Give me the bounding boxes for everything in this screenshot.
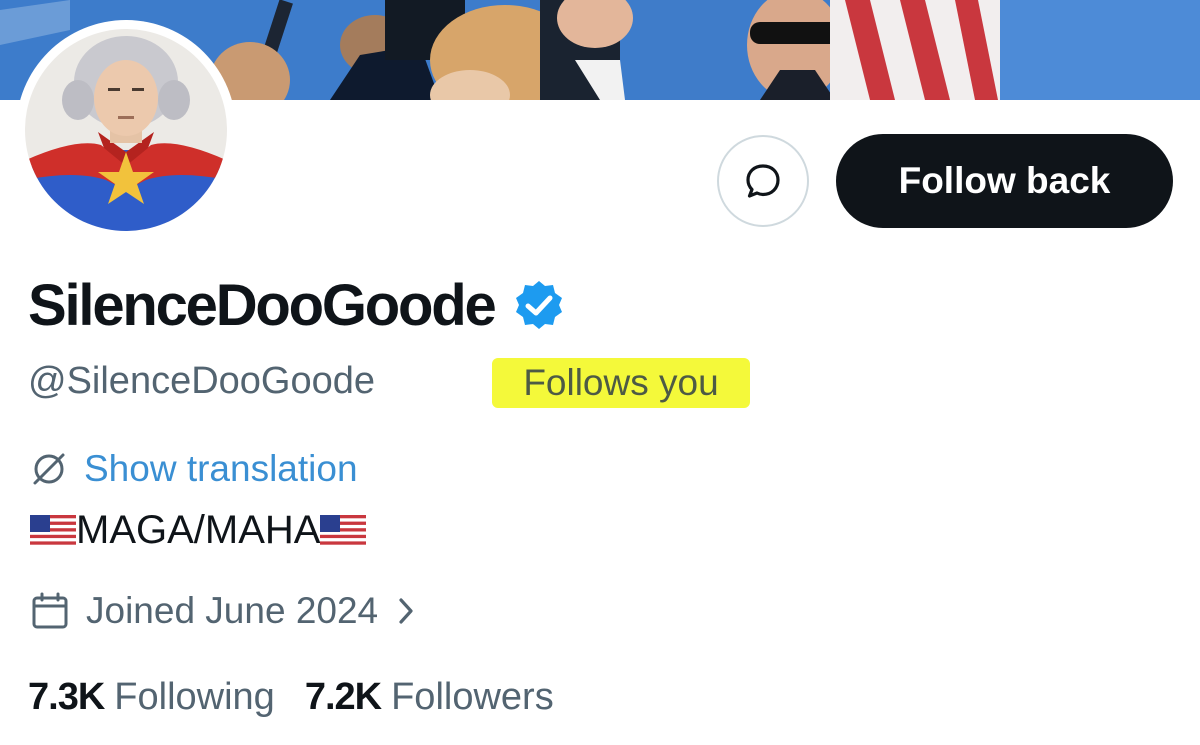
- message-bubble-icon: [746, 164, 780, 198]
- show-translation-link[interactable]: Show translation: [30, 448, 358, 490]
- following-count: 7.3K: [28, 676, 105, 718]
- following-label: Following: [114, 676, 275, 718]
- display-name: SilenceDooGoode: [28, 272, 497, 338]
- joined-date: Joined June 2024: [86, 590, 379, 631]
- followers-link[interactable]: 7.2K Followers: [305, 676, 554, 719]
- verified-badge-icon[interactable]: [513, 279, 565, 331]
- us-flag-icon: [320, 514, 367, 547]
- display-name-row: SilenceDooGoode: [28, 272, 565, 338]
- joined-date-row[interactable]: Joined June 2024: [30, 590, 416, 632]
- calendar-icon: [32, 592, 68, 629]
- message-button[interactable]: [717, 135, 809, 227]
- bio: MAGA/MAHA: [30, 508, 367, 553]
- followers-label: Followers: [391, 676, 554, 718]
- us-flag-icon: [30, 514, 76, 547]
- show-translation-label: Show translation: [84, 448, 358, 489]
- follow-stats: 7.3K Following 7.2K Followers: [28, 676, 554, 719]
- avatar-illustration: [25, 29, 227, 231]
- follows-you-badge: Follows you: [492, 358, 750, 408]
- following-link[interactable]: 7.3K Following: [28, 676, 275, 719]
- profile-avatar[interactable]: [16, 20, 236, 240]
- bio-text: MAGA/MAHA: [76, 508, 321, 552]
- user-handle: @SilenceDooGoode: [28, 360, 376, 402]
- chevron-right-icon: [399, 598, 413, 624]
- globe-slash-icon: [33, 453, 65, 485]
- follow-back-button[interactable]: Follow back: [836, 134, 1173, 228]
- followers-count: 7.2K: [304, 676, 382, 718]
